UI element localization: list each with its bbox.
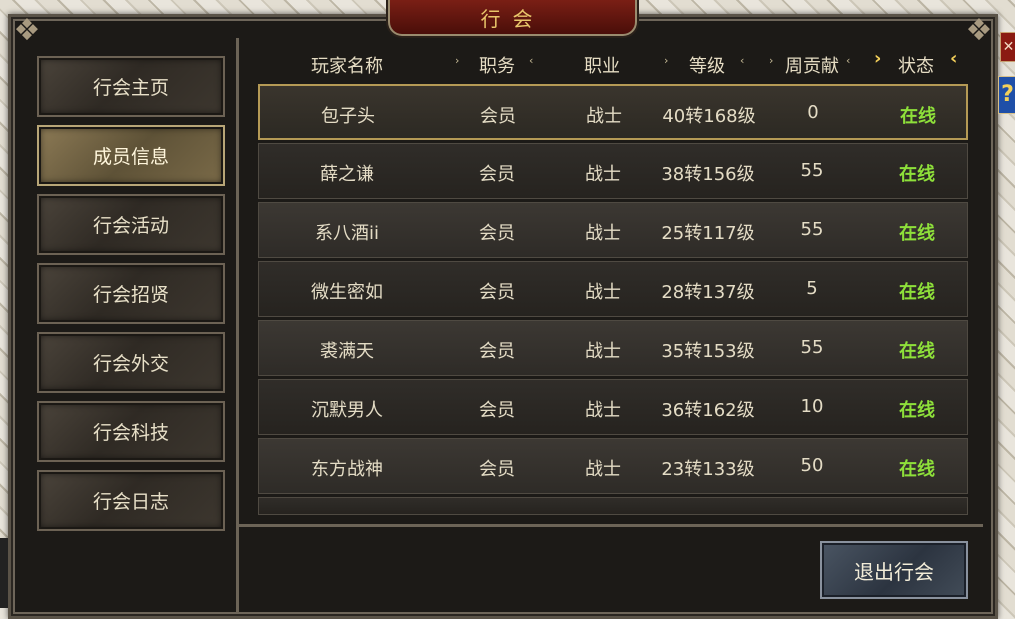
- cell-level: 23转133级: [661, 459, 755, 480]
- cell-weekly: 5: [806, 278, 818, 299]
- cell-position: 会员: [479, 223, 515, 244]
- close-icon[interactable]: ✕: [1000, 32, 1015, 62]
- sort-left-active-icon[interactable]: ‹: [950, 48, 957, 69]
- cell-name: 包子头: [321, 106, 375, 127]
- cell-profession: 战士: [585, 341, 621, 362]
- cell-status: 在线: [899, 223, 935, 244]
- cell-name: 东方战神: [311, 459, 383, 480]
- cell-name: 沉默男人: [311, 400, 383, 421]
- cell-name: 薛之谦: [320, 164, 374, 185]
- cell-weekly: 0: [807, 102, 819, 123]
- menu-guild-activities[interactable]: 行会活动: [37, 194, 225, 255]
- cell-name: 微生密如: [311, 282, 383, 303]
- cell-weekly: 50: [800, 455, 824, 476]
- cell-weekly: 55: [800, 337, 824, 358]
- column-header-level[interactable]: 等级: [682, 52, 732, 78]
- table-row[interactable]: 薛之谦 会员 战士 38转156级 55 在线: [258, 143, 968, 199]
- cell-position: 会员: [479, 459, 515, 480]
- cell-status: 在线: [899, 282, 935, 303]
- table-row[interactable]: 微生密如 会员 战士 28转137级 5 在线: [258, 261, 968, 317]
- cell-level: 28转137级: [661, 282, 755, 303]
- cell-weekly: 55: [800, 219, 824, 240]
- cell-profession: 战士: [585, 459, 621, 480]
- cell-level: 38转156级: [661, 164, 755, 185]
- cell-status: 在线: [899, 400, 935, 421]
- sort-right-icon[interactable]: ›: [664, 54, 668, 67]
- corner-ornament-icon: ❖: [965, 13, 993, 48]
- menu-guild-home[interactable]: 行会主页: [37, 56, 225, 117]
- cell-profession: 战士: [585, 282, 621, 303]
- sort-left-icon[interactable]: ‹: [740, 54, 744, 67]
- column-header-weekly-contribution[interactable]: 周贡献: [780, 52, 844, 78]
- sort-right-icon[interactable]: ›: [455, 54, 459, 67]
- cell-profession: 战士: [585, 223, 621, 244]
- cell-status: 在线: [899, 341, 935, 362]
- menu-member-info[interactable]: 成员信息: [37, 125, 225, 186]
- sort-right-icon[interactable]: ›: [769, 54, 773, 67]
- menu-guild-log[interactable]: 行会日志: [37, 470, 225, 531]
- cell-level: 35转153级: [661, 341, 755, 362]
- edge-strip: [0, 538, 8, 608]
- menu-guild-tech[interactable]: 行会科技: [37, 401, 225, 462]
- cell-name: 裘满天: [320, 341, 374, 362]
- table-row[interactable]: 东方战神 会员 战士 23转133级 50 在线: [258, 438, 968, 494]
- table-header: 玩家名称 › 职务 ‹ 职业 › 等级 ‹ › 周贡献 ‹ › 状态 ‹: [262, 48, 972, 80]
- cell-position: 会员: [479, 164, 515, 185]
- column-header-status[interactable]: 状态: [894, 52, 938, 78]
- cell-profession: 战士: [585, 400, 621, 421]
- menu-guild-recruit[interactable]: 行会招贤: [37, 263, 225, 324]
- sort-left-icon[interactable]: ‹: [846, 54, 850, 67]
- column-header-profession[interactable]: 职业: [577, 52, 627, 78]
- window-title: 行会: [388, 0, 637, 36]
- cell-status: 在线: [900, 106, 936, 127]
- cell-position: 会员: [479, 282, 515, 303]
- menu-guild-diplomacy[interactable]: 行会外交: [37, 332, 225, 393]
- table-row[interactable]: 裘满天 会员 战士 35转153级 55 在线: [258, 320, 968, 376]
- cell-status: 在线: [899, 459, 935, 480]
- table-row-partial[interactable]: [258, 497, 968, 515]
- cell-status: 在线: [899, 164, 935, 185]
- corner-ornament-icon: ❖: [13, 13, 41, 48]
- cell-profession: 战士: [586, 106, 622, 127]
- cell-position: 会员: [479, 341, 515, 362]
- help-icon[interactable]: ?: [998, 76, 1015, 114]
- column-header-position[interactable]: 职务: [472, 52, 522, 78]
- table-row[interactable]: 沉默男人 会员 战士 36转162级 10 在线: [258, 379, 968, 435]
- column-header-name[interactable]: 玩家名称: [302, 52, 392, 78]
- cell-position: 会员: [479, 400, 515, 421]
- table-row[interactable]: 包子头 会员 战士 40转168级 0 在线: [258, 84, 968, 140]
- cell-level: 36转162级: [661, 400, 755, 421]
- table-row[interactable]: 系八酒ii 会员 战士 25转117级 55 在线: [258, 202, 968, 258]
- cell-weekly: 10: [800, 396, 824, 417]
- sort-right-active-icon[interactable]: ›: [874, 48, 881, 69]
- horizontal-divider: [238, 524, 983, 527]
- cell-level: 40转168级: [662, 106, 756, 127]
- cell-name: 系八酒ii: [314, 223, 379, 244]
- cell-profession: 战士: [585, 164, 621, 185]
- exit-guild-button[interactable]: 退出行会: [820, 541, 968, 599]
- cell-level: 25转117级: [661, 223, 755, 244]
- sort-left-icon[interactable]: ‹: [529, 54, 533, 67]
- cell-weekly: 55: [800, 160, 824, 181]
- cell-position: 会员: [480, 106, 516, 127]
